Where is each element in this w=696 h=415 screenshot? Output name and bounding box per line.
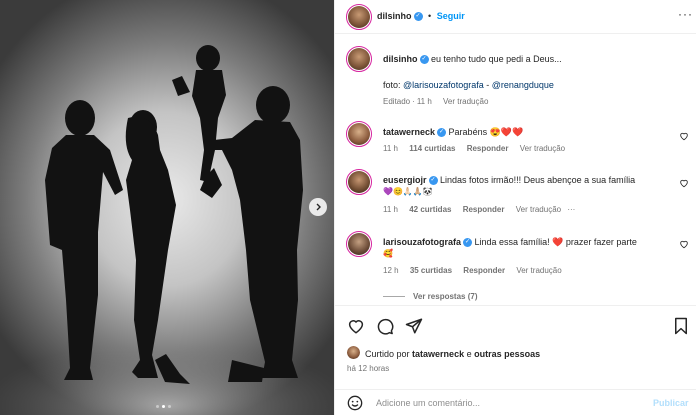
comment-emoji: 💜😊🙏🏻🙏🏼🐼 (383, 187, 433, 196)
photo-credit-label: foto: (383, 80, 401, 90)
heart-icon[interactable] (347, 317, 365, 335)
follow-button[interactable]: Seguir (437, 11, 465, 21)
comment-body: Lindas fotos irmão!!! Deus abençoe a sua… (440, 175, 636, 185)
other-likers-link[interactable]: outras pessoas (474, 349, 540, 359)
liked-by-conjunction: e (466, 349, 472, 359)
verified-badge-icon: ✓ (428, 176, 438, 186)
photo-credit-separator: - (486, 80, 490, 90)
bookmark-icon[interactable] (672, 317, 690, 335)
like-comment-heart-icon[interactable] (679, 178, 689, 188)
likes-summary: Curtido por tatawerneck e outras pessoas (365, 349, 540, 359)
see-translation-link[interactable]: Ver tradução (516, 205, 561, 214)
comment-text: larisouzafotografa ✓ Linda essa família! … (383, 237, 637, 248)
comment-meta: 12 h 35 curtidas Responder Ver tradução (383, 266, 571, 275)
caption-username[interactable]: dilsinho (383, 54, 418, 64)
photo-credit-link[interactable]: @larisouzafotografa (403, 80, 484, 90)
view-replies[interactable]: Ver respostas (7) (383, 292, 486, 301)
liker-avatar[interactable] (347, 346, 360, 359)
comment-text: eusergiojr ✓ Lindas fotos irmão!!! Deus a… (383, 175, 636, 186)
liked-by-label: Curtido por (365, 349, 410, 359)
comment-emoji: 😍❤️❤️ (489, 127, 524, 137)
edited-label: Editado (383, 97, 411, 106)
share-icon[interactable] (405, 317, 423, 335)
reply-button[interactable]: Responder (463, 205, 505, 214)
carousel-dot-active (162, 405, 165, 408)
see-translation-link[interactable]: Ver tradução (443, 97, 488, 106)
photo-credit: foto: @larisouzafotografa - @renangduque (383, 80, 554, 90)
comment-meta: 11 h 114 curtidas Responder Ver tradução (383, 144, 574, 153)
photo-credit-link[interactable]: @renangduque (492, 80, 554, 90)
comment-input[interactable]: Adicione um comentário... (376, 398, 480, 408)
add-comment-bar: Adicione um comentário... Publicar (335, 389, 696, 415)
liker-username[interactable]: tatawerneck (412, 349, 464, 359)
separator-dot: • (428, 11, 432, 21)
comment-body: prazer fazer parte (565, 237, 637, 247)
comment-likes[interactable]: 114 curtidas (409, 144, 455, 153)
post-timestamp[interactable]: há 12 horas (347, 364, 389, 373)
caption-text: dilsinho ✓ eu tenho tudo que pedi a Deus.… (383, 54, 562, 65)
replies-line (383, 296, 405, 298)
see-translation-link[interactable]: Ver tradução (516, 266, 561, 275)
comment-time[interactable]: 11 h (383, 205, 398, 214)
commenter-avatar[interactable] (346, 169, 372, 195)
see-translation-link[interactable]: Ver tradução (520, 144, 565, 153)
post-photo[interactable] (0, 0, 334, 415)
comment-icon[interactable] (376, 317, 394, 335)
caption-meta: Editado · 11 h Ver tradução (383, 97, 497, 106)
chevron-right-icon (316, 203, 321, 211)
caption-author-avatar[interactable] (346, 46, 372, 72)
verified-badge-icon: ✓ (463, 238, 473, 248)
comment-username[interactable]: larisouzafotografa (383, 237, 461, 247)
more-options-icon[interactable]: ··· (678, 7, 693, 21)
post-detail-panel: dilsinho ✓ • Seguir ··· dilsinho ✓ eu tenh… (334, 0, 696, 415)
comment-likes[interactable]: 35 curtidas (410, 266, 452, 275)
comment-emoji: 🥰 (383, 249, 393, 258)
like-comment-heart-icon[interactable] (679, 131, 689, 141)
emoji-icon[interactable] (347, 395, 363, 411)
comment-likes[interactable]: 42 curtidas (409, 205, 451, 214)
caption-body: eu tenho tudo que pedi a Deus... (431, 54, 562, 64)
publish-button[interactable]: Publicar (653, 398, 689, 408)
comment-options-icon[interactable]: ··· (567, 205, 575, 214)
reply-button[interactable]: Responder (463, 266, 505, 275)
comment-username[interactable]: tatawerneck (383, 127, 435, 137)
comment-time[interactable]: 12 h (383, 266, 399, 275)
carousel-next-button[interactable] (309, 198, 327, 216)
comment-emoji: ❤️ (552, 237, 564, 247)
author-username[interactable]: dilsinho (377, 11, 412, 21)
comment-text: tatawerneck ✓ Parabéns 😍❤️❤️ (383, 127, 523, 138)
comment-body: Parabéns (448, 127, 488, 137)
comment-username[interactable]: eusergiojr (383, 175, 427, 185)
commenter-avatar[interactable] (346, 231, 372, 257)
verified-badge-icon: ✓ (419, 55, 429, 65)
comment-body: Linda essa família! (474, 237, 550, 247)
reply-button[interactable]: Responder (467, 144, 509, 153)
meta-separator: · (412, 97, 415, 106)
comment-time[interactable]: 11 h (383, 144, 398, 153)
verified-badge-icon: ✓ (437, 128, 447, 138)
comment-meta: 11 h 42 curtidas Responder Ver tradução … (383, 205, 584, 214)
post-actions: Curtido por tatawerneck e outras pessoas… (335, 305, 696, 393)
verified-badge-icon: ✓ (413, 12, 423, 22)
commenter-avatar[interactable] (346, 121, 372, 147)
post-header: dilsinho ✓ • Seguir ··· (335, 0, 696, 34)
carousel-dot (156, 405, 159, 408)
like-comment-heart-icon[interactable] (679, 239, 689, 249)
caption-time[interactable]: 11 h (417, 97, 432, 106)
view-replies-link[interactable]: Ver respostas (7) (413, 292, 477, 301)
carousel-indicator (156, 405, 171, 408)
family-silhouette-image (0, 45, 334, 415)
author-avatar[interactable] (346, 4, 372, 30)
carousel-dot (168, 405, 171, 408)
